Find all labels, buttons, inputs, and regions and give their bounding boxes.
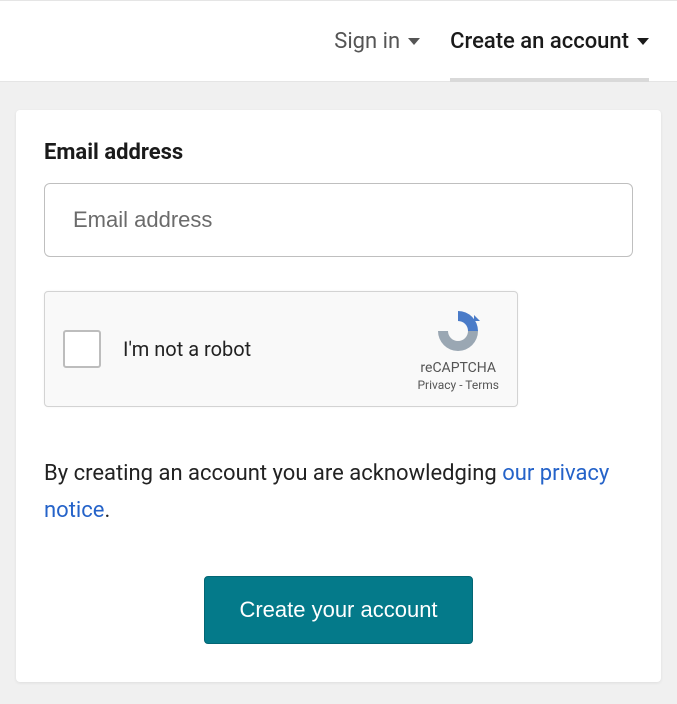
caret-down-icon	[637, 38, 649, 45]
recaptcha-checkbox[interactable]	[63, 330, 101, 368]
recaptcha-label: I'm not a robot	[123, 337, 417, 361]
recaptcha-widget: I'm not a robot reCAPTCHA Privacy - Term…	[44, 291, 518, 407]
disclaimer-prefix: By creating an account you are acknowled…	[44, 461, 502, 486]
recaptcha-branding: reCAPTCHA Privacy - Terms	[417, 307, 499, 392]
recaptcha-brand-text: reCAPTCHA	[417, 360, 499, 376]
create-account-button[interactable]: Create your account	[204, 576, 472, 644]
create-account-card: Email address I'm not a robot reCAPTCHA …	[16, 110, 661, 682]
email-label: Email address	[44, 140, 633, 165]
disclaimer-suffix: .	[104, 498, 110, 523]
tab-sign-in-label: Sign in	[334, 29, 400, 54]
top-tabs: Sign in Create an account	[0, 0, 677, 82]
recaptcha-privacy-link[interactable]: Privacy	[417, 378, 456, 392]
tab-create-account-label: Create an account	[450, 29, 629, 54]
tab-create-account[interactable]: Create an account	[450, 1, 649, 81]
recaptcha-icon	[434, 307, 482, 355]
caret-down-icon	[408, 38, 420, 45]
email-input[interactable]	[44, 183, 633, 257]
tab-sign-in[interactable]: Sign in	[334, 1, 420, 81]
recaptcha-terms-link[interactable]: Terms	[465, 378, 499, 392]
disclaimer-text: By creating an account you are acknowled…	[44, 455, 633, 530]
